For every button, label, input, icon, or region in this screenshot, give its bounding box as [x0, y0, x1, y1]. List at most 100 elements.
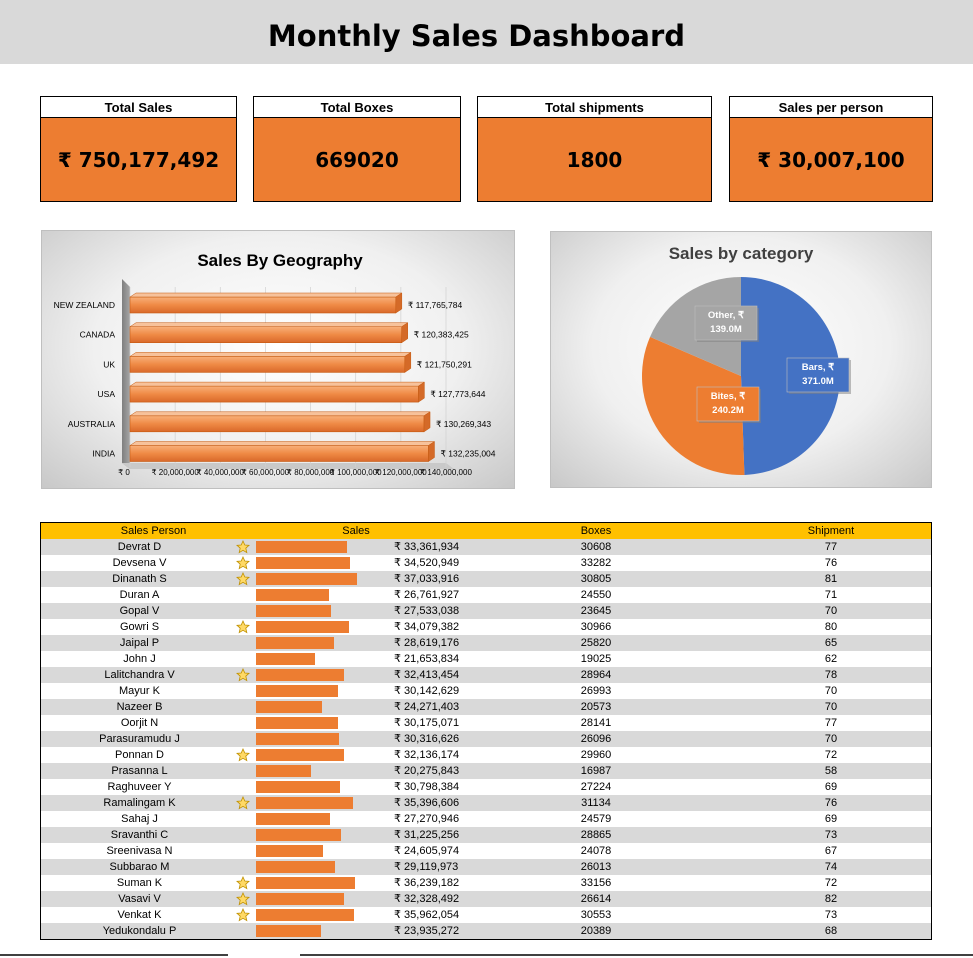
sales-person-name: Prasanna L	[111, 765, 168, 777]
boxes-value: 27224	[580, 781, 612, 793]
table-row: John J ₹ 21,653,834 19025 62	[41, 651, 931, 667]
geography-bar[interactable]	[129, 381, 426, 403]
sales-person-name: Dinanath S	[112, 573, 167, 585]
category-label: CANADA	[80, 330, 116, 340]
data-label: ₹ 127,773,644	[430, 389, 485, 399]
boxes-value: 24550	[580, 589, 612, 601]
boxes-value: 24579	[580, 813, 612, 825]
pie-label-text: 240.2M	[712, 405, 744, 416]
sales-databar	[256, 845, 324, 857]
sales-databar	[256, 781, 340, 793]
pie-label-text: Other, ₹	[708, 310, 745, 321]
category-chart-plot: Sales by category Bars, ₹ 371.0M Bites, ₹ 2…	[642, 244, 851, 475]
boxes-value: 30608	[580, 541, 612, 553]
geography-bar[interactable]	[129, 351, 412, 373]
sales-person-name: Sahaj J	[121, 813, 158, 825]
category-chart[interactable]: Sales by category Bars, ₹ 371.0M Bites, ₹ 2…	[550, 231, 932, 488]
star-icon	[236, 796, 250, 810]
chart-wall	[122, 279, 130, 469]
shipment-value: 78	[824, 669, 838, 681]
kpi-label: Total Sales	[41, 97, 236, 118]
sales-value: ₹ 30,175,071	[394, 717, 460, 729]
geography-bar[interactable]	[129, 441, 436, 462]
table-row: Gopal V ₹ 27,533,038 23645 70	[41, 603, 931, 619]
sales-person-name: Oorjit N	[120, 717, 159, 729]
boxes-value: 20389	[580, 925, 612, 937]
sales-person-name: Gopal V	[119, 605, 160, 617]
table-row: Venkat K ₹ 35,962,054 30553 73	[41, 907, 931, 923]
page-title: Monthly Sales Dashboard	[267, 19, 686, 53]
sales-value: ₹ 24,605,974	[394, 845, 460, 857]
column-header-sales: Sales	[342, 525, 370, 537]
geography-bar[interactable]	[129, 411, 431, 433]
boxes-value: 20573	[580, 701, 612, 713]
sales-person-name: Duran A	[119, 589, 160, 601]
table-row: Sahaj J ₹ 27,270,946 24579 69	[41, 811, 931, 827]
sales-value: ₹ 27,270,946	[394, 813, 460, 825]
sales-person-name: Parasuramudu J	[99, 733, 180, 745]
geography-bar[interactable]	[129, 322, 409, 344]
sales-person-name: Subbarao M	[109, 861, 170, 873]
sales-databar	[256, 589, 329, 601]
kpi-total-sales: Total Sales ₹ 750,177,492	[40, 96, 237, 202]
geography-bar[interactable]	[129, 292, 403, 314]
table-row: Devrat D ₹ 33,361,934 30608 77	[41, 539, 931, 555]
table-row: Raghuveer Y ₹ 30,798,384 27224 69	[41, 779, 931, 795]
sales-databar	[256, 669, 345, 681]
category-label: AUSTRALIA	[68, 419, 116, 429]
star-icon	[236, 572, 250, 586]
sales-value: ₹ 28,619,176	[394, 637, 460, 649]
category-chart-title: Sales by category	[669, 244, 814, 263]
sales-databar	[256, 733, 339, 745]
shipment-value: 76	[824, 797, 838, 809]
sales-databar	[256, 765, 312, 777]
table-row: Devsena V ₹ 34,520,949 33282 76	[41, 555, 931, 571]
sales-value: ₹ 30,142,629	[394, 685, 460, 697]
sales-databar	[256, 829, 342, 841]
kpi-value: ₹ 30,007,100	[757, 148, 905, 172]
category-label: INDIA	[92, 449, 115, 459]
sales-databar	[256, 637, 335, 649]
sales-databar	[256, 701, 323, 713]
sales-value: ₹ 29,119,973	[394, 861, 459, 873]
sales-databar	[256, 541, 347, 553]
x-tick-label: ₹ 60,000,000	[242, 468, 290, 477]
column-header-shipment: Shipment	[807, 525, 855, 537]
table-row: Sreenivasa N ₹ 24,605,974 24078 67	[41, 843, 931, 859]
shipment-value: 72	[824, 749, 838, 761]
sales-value: ₹ 36,239,182	[394, 877, 460, 889]
data-label: ₹ 117,765,784	[408, 300, 463, 310]
shipment-value: 77	[824, 717, 838, 729]
table-row: Duran A ₹ 26,761,927 24550 71	[41, 587, 931, 603]
sales-value: ₹ 30,316,626	[394, 733, 460, 745]
table-row: Nazeer B ₹ 24,271,403 20573 70	[41, 699, 931, 715]
boxes-value: 28141	[580, 717, 612, 729]
shipment-value: 68	[824, 925, 838, 937]
sales-value: ₹ 27,533,038	[394, 605, 460, 617]
x-tick-label: ₹ 40,000,000	[197, 468, 245, 477]
star-icon	[236, 876, 250, 890]
kpi-value: 1800	[566, 148, 623, 172]
shipment-value: 70	[824, 701, 838, 713]
boxes-value: 26993	[580, 685, 612, 697]
kpi-total-shipments: Total shipments 1800	[477, 96, 712, 202]
category-label: UK	[103, 359, 115, 369]
table-row: Gowri S ₹ 34,079,382 30966 80	[41, 619, 931, 635]
star-icon	[236, 620, 250, 634]
geography-chart[interactable]: Sales By Geography NEW ZEALAND ₹ 117,765,…	[41, 230, 515, 489]
sales-value: ₹ 32,136,174	[394, 749, 460, 761]
table-row: Prasanna L ₹ 20,275,843 16987 58	[41, 763, 931, 779]
boxes-value: 16987	[580, 765, 612, 777]
shipment-value: 70	[824, 605, 838, 617]
dashboard-header: Monthly Sales Dashboard	[0, 0, 973, 64]
boxes-value: 28964	[580, 669, 612, 681]
sales-databar	[256, 909, 355, 921]
shipment-value: 76	[824, 557, 838, 569]
sales-value: ₹ 34,520,949	[394, 557, 460, 569]
sales-databar	[256, 813, 331, 825]
shipment-value: 71	[824, 589, 838, 601]
kpi-sales-per-person: Sales per person ₹ 30,007,100	[729, 96, 933, 202]
sales-person-name: Sravanthi C	[110, 829, 169, 841]
table-row: Jaipal P ₹ 28,619,176 25820 65	[41, 635, 931, 651]
shipment-value: 69	[824, 813, 838, 825]
